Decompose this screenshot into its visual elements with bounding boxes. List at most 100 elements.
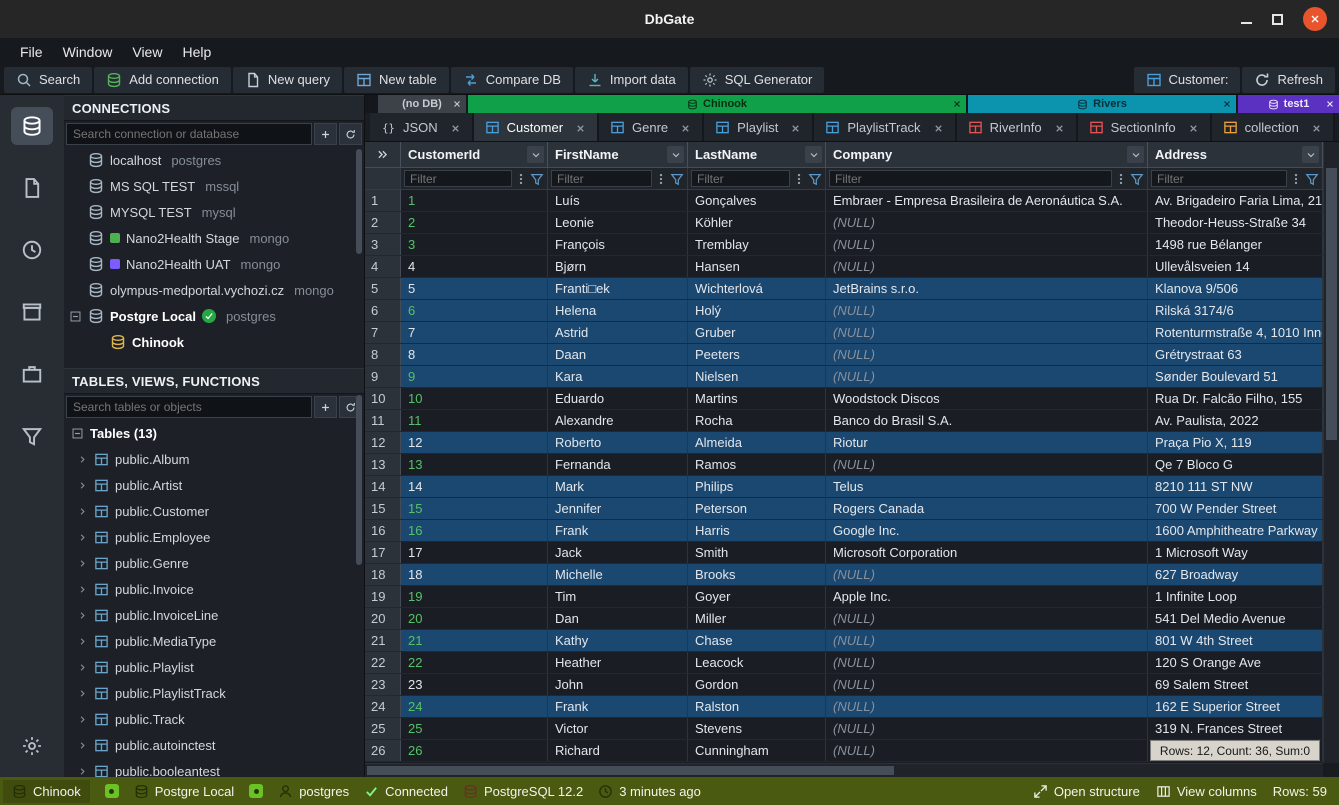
cell-customerid[interactable]: 8	[401, 344, 548, 365]
cell-address[interactable]: Sønder Boulevard 51	[1148, 366, 1323, 387]
row-number[interactable]: 19	[365, 586, 401, 607]
cell-address[interactable]: Rilská 3174/6	[1148, 300, 1323, 321]
grid-row-10[interactable]: 1010EduardoMartinsWoodstock DiscosRua Dr…	[365, 388, 1323, 410]
cell-firstname[interactable]: Fernanda	[548, 454, 688, 475]
dbgroup-tab-rivers[interactable]: Rivers	[968, 95, 1236, 113]
sidebar-plugins-button[interactable]	[11, 355, 53, 393]
tab-riverinfo[interactable]: RiverInfo	[957, 113, 1078, 141]
grid-row-24[interactable]: 2424FrankRalston(NULL)162 E Superior Str…	[365, 696, 1323, 718]
sidebar-connections-button[interactable]	[11, 107, 53, 145]
grid-row-23[interactable]: 2323JohnGordon(NULL)69 Salem Street	[365, 674, 1323, 696]
cell-company[interactable]: Rogers Canada	[826, 498, 1148, 519]
cell-address[interactable]: Rua Dr. Falcão Filho, 155	[1148, 388, 1323, 409]
add-table-small-button[interactable]	[314, 396, 337, 418]
close-icon[interactable]	[680, 122, 691, 133]
cell-address[interactable]: 8210 111 ST NW	[1148, 476, 1323, 497]
status-postgres[interactable]: postgres	[278, 784, 349, 799]
toolbar-customer[interactable]: Customer:	[1134, 67, 1241, 93]
cell-firstname[interactable]: Mark	[548, 476, 688, 497]
cell-lastname[interactable]: Ralston	[688, 696, 826, 717]
toolbar-search[interactable]: Search	[4, 67, 92, 93]
cell-company[interactable]: Riotur	[826, 432, 1148, 453]
cell-company[interactable]: (NULL)	[826, 300, 1148, 321]
cell-firstname[interactable]: Tim	[548, 586, 688, 607]
row-number[interactable]: 25	[365, 718, 401, 739]
grid-row-4[interactable]: 44BjørnHansen(NULL)Ullevålsveien 14	[365, 256, 1323, 278]
cell-company[interactable]: (NULL)	[826, 630, 1148, 651]
close-icon[interactable]	[790, 122, 801, 133]
tables-group-header[interactable]: Tables (13)	[64, 420, 364, 446]
grid-row-17[interactable]: 1717JackSmithMicrosoft Corporation1 Micr…	[365, 542, 1323, 564]
menu-view[interactable]: View	[122, 41, 172, 63]
cell-customerid[interactable]: 25	[401, 718, 548, 739]
tab-playlist[interactable]: Playlist	[704, 113, 814, 141]
grid-row-6[interactable]: 66HelenaHolý(NULL)Rilská 3174/6	[365, 300, 1323, 322]
cell-company[interactable]: (NULL)	[826, 212, 1148, 233]
filter-funnel-icon[interactable]	[530, 172, 544, 186]
row-number[interactable]: 4	[365, 256, 401, 277]
cell-lastname[interactable]: Gordon	[688, 674, 826, 695]
cell-address[interactable]: Ullevålsveien 14	[1148, 256, 1323, 277]
grid-row-13[interactable]: 1313FernandaRamos(NULL)Qe 7 Bloco G	[365, 454, 1323, 476]
cell-lastname[interactable]: Goyer	[688, 586, 826, 607]
toolbar-sql-generator[interactable]: SQL Generator	[690, 67, 825, 93]
cell-lastname[interactable]: Gruber	[688, 322, 826, 343]
cell-lastname[interactable]: Hansen	[688, 256, 826, 277]
filter-input-lastname[interactable]	[691, 170, 790, 187]
cell-customerid[interactable]: 4	[401, 256, 548, 277]
cell-firstname[interactable]: Helena	[548, 300, 688, 321]
cell-firstname[interactable]: Alexandre	[548, 410, 688, 431]
cell-address[interactable]: 627 Broadway	[1148, 564, 1323, 585]
connection-mysql-test[interactable]: MYSQL TESTmysql	[64, 199, 364, 225]
table-public-booleantest[interactable]: public.booleantest	[64, 758, 364, 777]
row-number[interactable]: 2	[365, 212, 401, 233]
cell-firstname[interactable]: John	[548, 674, 688, 695]
grid-row-5[interactable]: 55Franti□ekWichterlováJetBrains s.r.o.Kl…	[365, 278, 1323, 300]
cell-address[interactable]: 1 Microsoft Way	[1148, 542, 1323, 563]
cell-company[interactable]: Banco do Brasil S.A.	[826, 410, 1148, 431]
row-number[interactable]: 8	[365, 344, 401, 365]
cell-firstname[interactable]: Roberto	[548, 432, 688, 453]
cell-customerid[interactable]: 2	[401, 212, 548, 233]
column-menu-icon[interactable]	[667, 146, 684, 163]
cell-customerid[interactable]: 3	[401, 234, 548, 255]
grid-row-1[interactable]: 11LuísGonçalvesEmbraer - Empresa Brasile…	[365, 190, 1323, 212]
grid-row-18[interactable]: 1818MichelleBrooks(NULL)627 Broadway	[365, 564, 1323, 586]
table-public-track[interactable]: public.Track	[64, 706, 364, 732]
cell-address[interactable]: Klanova 9/506	[1148, 278, 1323, 299]
cell-address[interactable]: 1600 Amphitheatre Parkway	[1148, 520, 1323, 541]
menu-file[interactable]: File	[10, 41, 53, 63]
dbgroup-tab-chinook[interactable]: Chinook	[468, 95, 966, 113]
grid-row-11[interactable]: 1111AlexandreRochaBanco do Brasil S.A.Av…	[365, 410, 1323, 432]
sidebar-archive-button[interactable]	[11, 293, 53, 331]
status-chinook[interactable]: Chinook	[3, 780, 90, 803]
table-public-employee[interactable]: public.Employee	[64, 524, 364, 550]
cell-lastname[interactable]: Rocha	[688, 410, 826, 431]
row-number[interactable]: 17	[365, 542, 401, 563]
filter-menu-icon[interactable]	[514, 172, 528, 186]
sidebar-filters-button[interactable]	[11, 417, 53, 455]
column-menu-icon[interactable]	[527, 146, 544, 163]
tab-customer[interactable]: Customer	[474, 113, 599, 141]
cell-lastname[interactable]: Gonçalves	[688, 190, 826, 211]
column-header-address[interactable]: Address	[1148, 142, 1323, 167]
column-menu-icon[interactable]	[1127, 146, 1144, 163]
cell-customerid[interactable]: 7	[401, 322, 548, 343]
cell-lastname[interactable]: Brooks	[688, 564, 826, 585]
column-header-customerid[interactable]: CustomerId	[401, 142, 548, 167]
cell-lastname[interactable]: Holý	[688, 300, 826, 321]
grid-row-22[interactable]: 2222HeatherLeacock(NULL)120 S Orange Ave	[365, 652, 1323, 674]
horizontal-scroll-thumb[interactable]	[367, 766, 894, 775]
cell-customerid[interactable]: 13	[401, 454, 548, 475]
cell-customerid[interactable]: 11	[401, 410, 548, 431]
row-number[interactable]: 15	[365, 498, 401, 519]
cell-customerid[interactable]: 12	[401, 432, 548, 453]
close-icon[interactable]	[1054, 122, 1065, 133]
cell-company[interactable]: (NULL)	[826, 608, 1148, 629]
column-header-company[interactable]: Company	[826, 142, 1148, 167]
cell-firstname[interactable]: Frank	[548, 520, 688, 541]
toolbar-new-query[interactable]: New query	[233, 67, 342, 93]
row-number[interactable]: 5	[365, 278, 401, 299]
toolbar-add-connection[interactable]: Add connection	[94, 67, 231, 93]
status-open-structure[interactable]: Open structure	[1033, 784, 1140, 799]
